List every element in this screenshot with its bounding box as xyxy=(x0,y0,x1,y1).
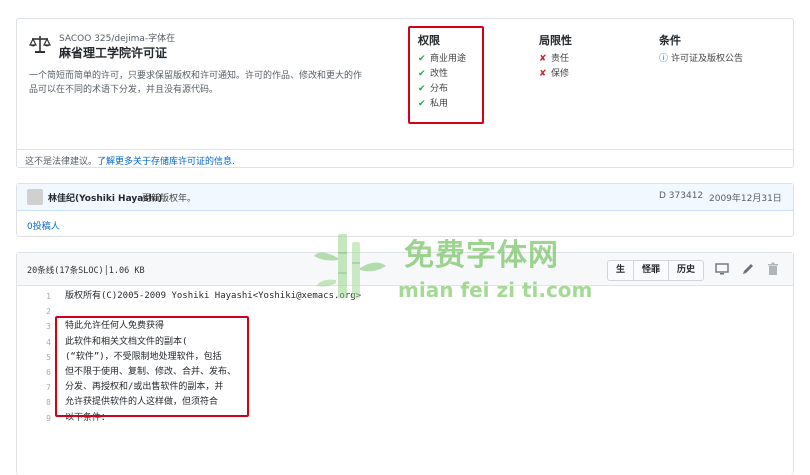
check-icon: ✔ xyxy=(418,99,426,109)
line-number[interactable]: 6 xyxy=(17,365,51,380)
law-scale-icon xyxy=(29,36,51,53)
check-icon: ✔ xyxy=(418,84,426,94)
file-button-group: 生 怪罪 历史 xyxy=(607,260,705,281)
commit-hash[interactable]: D 373412 xyxy=(659,191,703,201)
condition-item[interactable]: ⓘ 许可证及版权公告 xyxy=(659,52,743,67)
divider xyxy=(17,149,793,150)
pencil-icon[interactable] xyxy=(740,261,756,277)
permission-item: ✔ 商业用途 xyxy=(418,52,466,67)
bamboo-logo-icon xyxy=(314,234,386,298)
cross-icon: ✘ xyxy=(539,54,547,64)
line-number[interactable]: 1 xyxy=(17,289,51,304)
license-description: 一个简短而简单的许可，只要求保留版权和许可通知。许可的作品、修改和更大的作 品可… xyxy=(29,69,399,97)
permission-item: ✔ 分布 xyxy=(418,82,466,97)
conditions-heading: 条件 xyxy=(659,34,681,47)
license-description-line: 品可以在不同的术语下分发，并且没有源代码。 xyxy=(29,85,219,95)
line-number[interactable]: 3 xyxy=(17,319,51,334)
raw-button[interactable]: 生 xyxy=(607,260,635,281)
history-button[interactable]: 历史 xyxy=(668,260,705,281)
info-icon: ⓘ xyxy=(659,54,669,64)
trash-icon[interactable] xyxy=(765,261,781,277)
file-info: 20条线(17条SLOC)│1.06 KB xyxy=(27,266,145,276)
license-source-path: SACOO 325/dejima-字体在 xyxy=(59,34,176,44)
conditions-column: 条件 ⓘ 许可证及版权公告 xyxy=(659,32,743,67)
check-icon: ✔ xyxy=(418,69,426,79)
commit-date: 2009年12月31日 xyxy=(709,194,782,204)
permissions-column: 权限 ✔ 商业用途 ✔ 改性 ✔ 分布 ✔ 私用 xyxy=(418,32,466,112)
permission-item: ✔ 私用 xyxy=(418,97,466,112)
license-footer: 这不是法律建议。了解更多关于存储库许可证的信息. xyxy=(25,154,235,167)
blame-button[interactable]: 怪罪 xyxy=(633,260,670,281)
cross-icon: ✘ xyxy=(539,69,547,79)
commit-card: 林佳纪(Yoshiki Hayashi) 更新版权年。 D 373412 200… xyxy=(16,183,794,237)
license-description-line: 一个简短而简单的许可，只要求保留版权和许可通知。许可的作品、修改和更大的作 xyxy=(29,71,363,81)
limitation-item: ✘ 保修 xyxy=(539,67,572,82)
line-number[interactable]: 4 xyxy=(17,335,51,350)
watermark-chinese: 免费字体网 xyxy=(404,238,559,273)
commit-message[interactable]: 更新版权年。 xyxy=(142,191,196,204)
license-card: SACOO 325/dejima-字体在 麻省理工学院许可证 一个简短而简单的许… xyxy=(16,18,794,168)
line-number[interactable]: 5 xyxy=(17,350,51,365)
permissions-heading: 权限 xyxy=(418,34,440,47)
watermark-english: mian fei zi ti.com xyxy=(398,278,593,302)
line-number[interactable]: 9 xyxy=(17,411,51,426)
limitations-column: 局限性 ✘ 责任 ✘ 保修 xyxy=(539,32,572,82)
limitation-item: ✘ 责任 xyxy=(539,52,572,67)
line-number[interactable]: 2 xyxy=(17,304,51,319)
license-info-link[interactable]: 了解更多关于存储库许可证的信息. xyxy=(97,157,235,167)
check-icon: ✔ xyxy=(418,54,426,64)
license-title: 麻省理工学院许可证 xyxy=(59,46,168,60)
line-number[interactable]: 7 xyxy=(17,380,51,395)
avatar[interactable] xyxy=(27,189,43,205)
line-number[interactable]: 8 xyxy=(17,395,51,410)
contributors-link[interactable]: 0投稿人 xyxy=(27,219,60,232)
legal-disclaimer: 这不是法律建议。 xyxy=(25,157,98,167)
permission-item: ✔ 改性 xyxy=(418,67,466,82)
desktop-icon[interactable] xyxy=(714,261,730,277)
limitations-heading: 局限性 xyxy=(539,34,572,47)
code-highlight-frame xyxy=(55,316,249,417)
